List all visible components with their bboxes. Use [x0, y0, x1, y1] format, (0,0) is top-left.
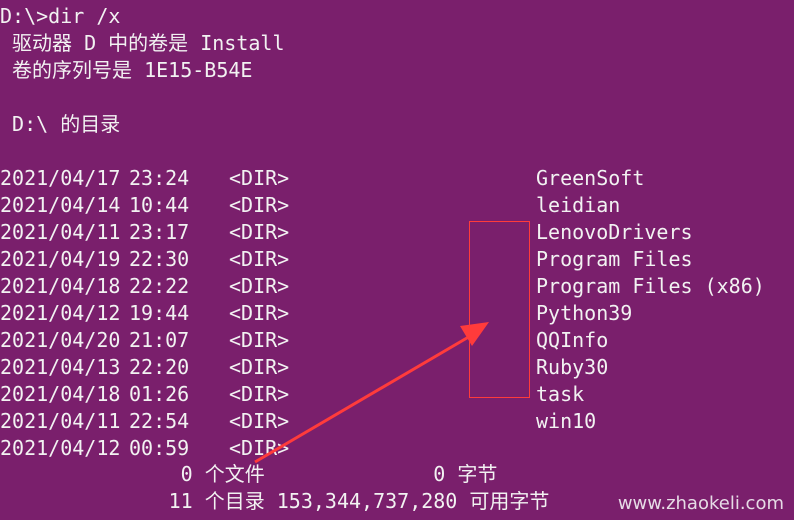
watermark: www.zhaokeli.com	[617, 493, 784, 514]
annotation-arrow-icon	[254, 322, 489, 464]
